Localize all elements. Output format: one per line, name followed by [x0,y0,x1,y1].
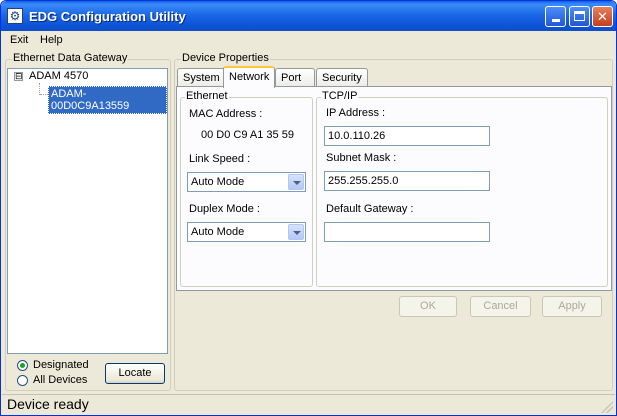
device-properties-label: Device Properties [181,52,270,64]
status-text: Device ready [7,396,89,412]
minimize-icon [551,19,560,22]
minimize-button[interactable] [545,6,566,27]
subnet-mask-input[interactable]: 255.255.255.0 [324,171,490,191]
tcpip-group-label: TCP/IP [321,90,359,102]
ethernet-group: Ethernet [180,90,313,287]
tree-root-node[interactable]: ADAM 4570 [29,70,88,82]
duplex-mode-select[interactable]: Auto Mode [187,222,306,242]
chevron-down-icon[interactable] [288,174,304,190]
all-devices-label[interactable]: All Devices [33,374,87,386]
menu-bar: Exit Help [2,31,615,50]
tree-connector [40,94,48,95]
tab-security[interactable]: Security [316,68,368,87]
ok-button[interactable]: OK [399,296,457,317]
tab-port[interactable]: Port [275,68,315,87]
link-speed-select[interactable]: Auto Mode [187,172,306,192]
maximize-icon [574,11,585,21]
collapse-icon[interactable]: ⊟ [14,72,23,81]
tree-child-node[interactable]: ADAM-00D0C9A13559 [48,86,167,114]
tab-system[interactable]: System [177,68,226,87]
link-speed-value: Auto Mode [191,176,245,188]
apply-button[interactable]: Apply [542,296,602,317]
duplex-mode-value: Auto Mode [191,226,245,238]
designated-label[interactable]: Designated [33,359,89,371]
ip-address-input[interactable]: 10.0.110.26 [324,126,490,146]
all-devices-radio[interactable] [17,375,28,386]
close-button[interactable]: ✕ [592,6,613,27]
window-title: EDG Configuration Utility [29,9,186,24]
designated-radio[interactable] [17,360,28,371]
edg-app-icon[interactable]: ⚙ [7,8,23,24]
mac-address-label: MAC Address : [189,108,263,120]
cancel-button[interactable]: Cancel [470,296,531,317]
tab-network[interactable]: Network [223,66,276,88]
gateway-group-label: Ethernet Data Gateway [12,52,129,64]
mac-address-value: 00 D0 C9 A1 35 59 [201,129,294,141]
ip-address-label: IP Address : [326,107,386,119]
title-bar[interactable]: ⚙ EDG Configuration Utility ✕ [1,1,616,31]
maximize-button[interactable] [569,6,590,27]
locate-button[interactable]: Locate [105,363,165,384]
link-speed-label: Link Speed : [189,153,251,165]
default-gateway-input[interactable] [324,222,490,242]
status-bar: Device ready [2,394,615,415]
subnet-mask-label: Subnet Mask : [326,152,397,164]
app-window: ⚙ EDG Configuration Utility ✕ Exit Help … [0,0,617,416]
menu-help[interactable]: Help [40,34,63,46]
default-gateway-label: Default Gateway : [326,203,414,215]
ethernet-group-label: Ethernet [185,90,229,102]
device-tree[interactable]: ⊟ ADAM 4570 ADAM-00D0C9A13559 [7,68,168,354]
resize-grip-icon[interactable] [601,401,613,413]
duplex-mode-label: Duplex Mode : [189,203,260,215]
menu-exit[interactable]: Exit [10,34,28,46]
close-icon: ✕ [597,9,608,24]
chevron-down-icon[interactable] [288,224,304,240]
